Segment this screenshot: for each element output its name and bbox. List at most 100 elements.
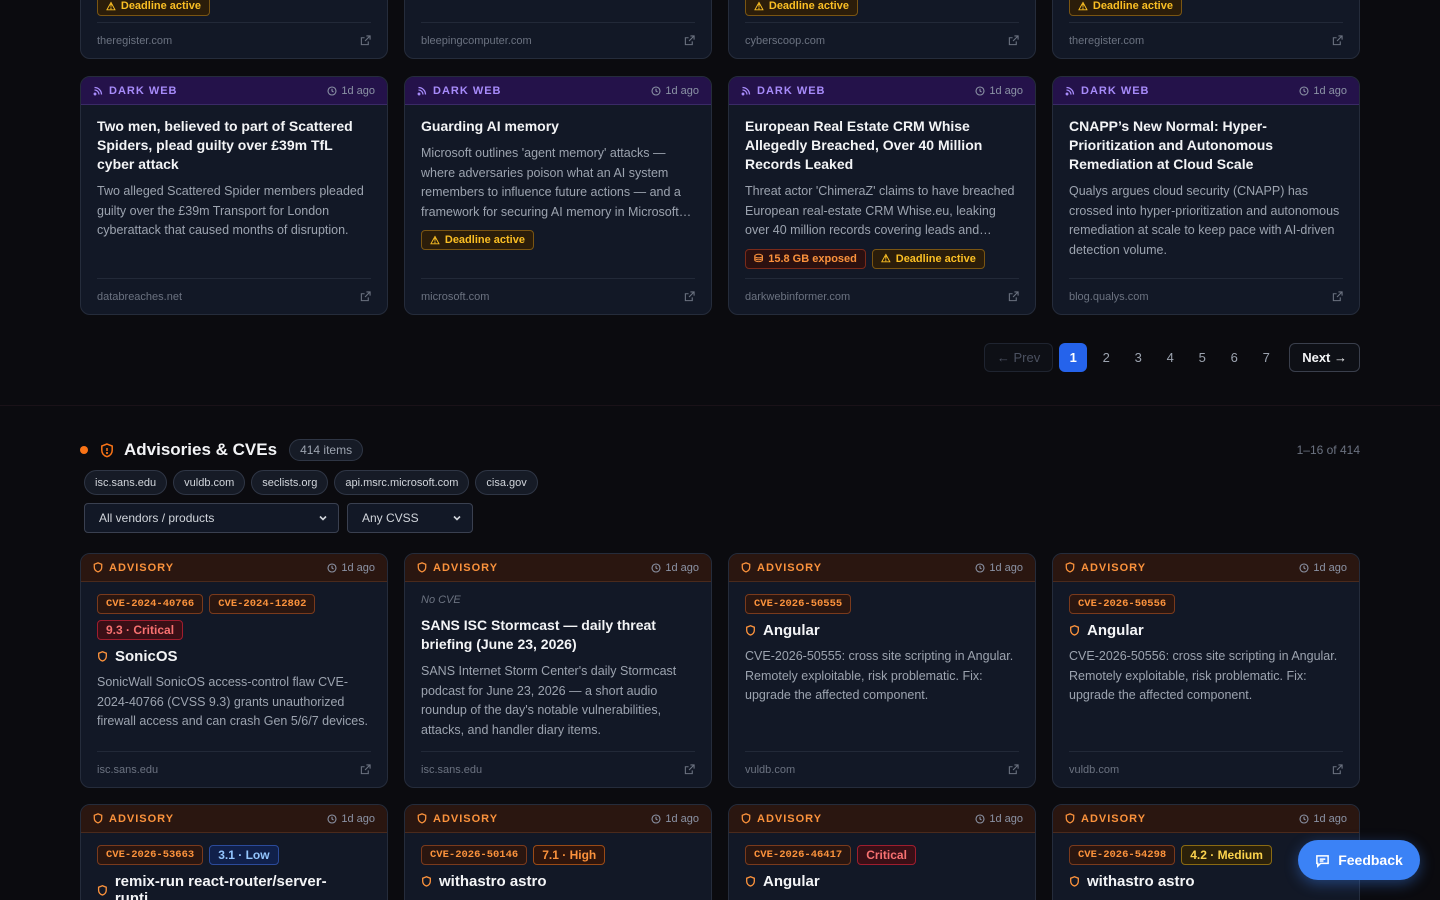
deadline-badge: ⚠ Deadline active — [745, 0, 858, 16]
shield-icon — [93, 813, 103, 824]
external-link-icon[interactable] — [684, 291, 695, 302]
card-header: DARK WEB 1d ago — [81, 77, 387, 105]
vendor-select[interactable]: All vendors / products — [84, 503, 339, 533]
advisory-card[interactable]: ADVISORY 1d ago CVE-2026-50146 7.1 · Hig… — [404, 804, 712, 900]
external-link-icon[interactable] — [1008, 764, 1019, 775]
category-label: ADVISORY — [1081, 812, 1147, 825]
clock-icon — [975, 562, 985, 573]
card-title[interactable]: European Real Estate CRM Whise Allegedly… — [745, 117, 1019, 174]
cve-badge[interactable]: CVE-2026-46417 — [745, 845, 852, 865]
time-label: 1d ago — [989, 84, 1023, 97]
card-title[interactable]: Two men, believed to part of Scattered S… — [97, 117, 371, 174]
source-chip[interactable]: cisa.gov — [475, 470, 538, 495]
shield-icon — [741, 813, 751, 824]
page-6-button[interactable]: 6 — [1221, 343, 1247, 372]
advisory-card[interactable]: ADVISORY 1d ago CVE-2026-50555 Angular C… — [728, 553, 1036, 788]
source-chip[interactable]: seclists.org — [251, 470, 329, 495]
external-link-icon[interactable] — [360, 764, 371, 775]
source-chip[interactable]: isc.sans.edu — [84, 470, 168, 495]
prev-page-button[interactable]: ← Prev — [983, 343, 1054, 372]
external-link-icon[interactable] — [360, 35, 371, 46]
news-card[interactable]: ⚠ Deadline active theregister.com — [80, 0, 388, 59]
no-cve-label: No CVE — [421, 594, 461, 606]
page-1-button[interactable]: 1 — [1059, 343, 1088, 372]
severity-badge: 3.1 · Low — [209, 845, 279, 865]
card-header: ADVISORY 1d ago — [81, 805, 387, 833]
feedback-button[interactable]: Feedback — [1298, 840, 1420, 880]
vendor-label: Angular — [763, 873, 820, 890]
deadline-badge: ⚠ Deadline active — [871, 248, 985, 269]
vendor-title[interactable]: Angular — [745, 873, 1019, 890]
card-description: CVE-2026-50556: cross site scripting in … — [1069, 649, 1338, 702]
page-7-button[interactable]: 7 — [1253, 343, 1279, 372]
cve-badge[interactable]: CVE-2026-53663 — [97, 845, 204, 865]
vendor-title[interactable]: Angular — [745, 622, 1019, 639]
page-5-button[interactable]: 5 — [1189, 343, 1215, 372]
category-label: ADVISORY — [757, 561, 823, 574]
news-card[interactable]: ⚠ Deadline active theregister.com — [1052, 0, 1360, 59]
source-label: vuldb.com — [745, 763, 796, 776]
vendor-title[interactable]: withastro astro — [1069, 873, 1343, 890]
external-link-icon[interactable] — [1332, 35, 1343, 46]
advisory-card[interactable]: ADVISORY 1d ago CVE-2024-40766 CVE-2024-… — [80, 553, 388, 788]
time-label: 1d ago — [989, 812, 1023, 825]
advisory-card[interactable]: ADVISORY 1d ago CVE-2026-53663 3.1 · Low… — [80, 804, 388, 900]
vendor-title[interactable]: withastro astro — [421, 873, 695, 890]
page-2-button[interactable]: 2 — [1093, 343, 1119, 372]
dark-web-card[interactable]: DARK WEB 1d ago European Real Estate CRM… — [728, 76, 1036, 315]
page-4-button[interactable]: 4 — [1157, 343, 1183, 372]
card-description: SonicWall SonicOS access-control flaw CV… — [97, 675, 368, 728]
card-header: ADVISORY 1d ago — [81, 554, 387, 582]
card-header: ADVISORY 1d ago — [729, 554, 1035, 582]
dark-web-card[interactable]: DARK WEB 1d ago Guarding AI memory Micro… — [404, 76, 712, 315]
news-card[interactable]: bleepingcomputer.com — [404, 0, 712, 59]
cve-badge[interactable]: CVE-2024-12802 — [209, 594, 316, 614]
dark-web-card[interactable]: DARK WEB 1d ago Two men, believed to par… — [80, 76, 388, 315]
vendor-title[interactable]: Angular — [1069, 622, 1343, 639]
vendor-select-value: All vendors / products — [99, 511, 215, 525]
page-3-button[interactable]: 3 — [1125, 343, 1151, 372]
external-link-icon[interactable] — [360, 291, 371, 302]
external-link-icon[interactable] — [684, 35, 695, 46]
rss-icon — [417, 86, 427, 95]
external-link-icon[interactable] — [1332, 291, 1343, 302]
next-page-button[interactable]: Next → — [1289, 343, 1360, 372]
card-title[interactable]: CNAPP’s New Normal: Hyper-Prioritization… — [1069, 117, 1343, 174]
dark-web-card[interactable]: DARK WEB 1d ago CNAPP’s New Normal: Hype… — [1052, 76, 1360, 315]
cve-badge[interactable]: CVE-2024-40766 — [97, 594, 204, 614]
source-chip[interactable]: api.msrc.microsoft.com — [334, 470, 470, 495]
advisory-card[interactable]: ADVISORY 1d ago CVE-2026-50556 Angular C… — [1052, 553, 1360, 788]
result-range: 1–16 of 414 — [1296, 443, 1360, 457]
advisory-card[interactable]: ADVISORY 1d ago CVE-2026-46417 Critical … — [728, 804, 1036, 900]
vendor-title[interactable]: remix-run react-router/server-runti… — [97, 873, 371, 900]
severity-badge: 4.2 · Medium — [1181, 845, 1272, 865]
advisory-grid-row-2: ADVISORY 1d ago CVE-2026-53663 3.1 · Low… — [80, 804, 1360, 900]
news-card[interactable]: ⚠ Deadline active cyberscoop.com — [728, 0, 1036, 59]
shield-icon — [417, 813, 427, 824]
external-link-icon[interactable] — [1008, 35, 1019, 46]
external-link-icon[interactable] — [1332, 764, 1343, 775]
cve-badge[interactable]: CVE-2026-50555 — [745, 594, 852, 614]
vendor-title[interactable]: SonicOS — [97, 648, 371, 665]
exposed-badge: ⛁ 15.8 GB exposed — [745, 248, 866, 269]
card-title[interactable]: Guarding AI memory — [421, 117, 695, 136]
card-footer: vuldb.com — [745, 751, 1019, 787]
external-link-icon[interactable] — [1008, 291, 1019, 302]
source-chip[interactable]: vuldb.com — [173, 470, 246, 495]
card-title[interactable]: SANS ISC Stormcast — daily threat briefi… — [421, 616, 695, 654]
rss-icon — [741, 86, 751, 95]
warning-icon: ⚠ — [754, 0, 764, 13]
external-link-icon[interactable] — [684, 764, 695, 775]
cvss-select[interactable]: Any CVSS — [347, 503, 473, 533]
card-footer: cyberscoop.com — [745, 22, 1019, 58]
cve-badge[interactable]: CVE-2026-54298 — [1069, 845, 1176, 865]
chevron-down-icon — [453, 515, 461, 521]
cve-badge[interactable]: CVE-2026-50146 — [421, 845, 528, 865]
deadline-badge: ⚠ Deadline active — [97, 0, 210, 16]
time-label: 1d ago — [341, 561, 375, 574]
category-label: ADVISORY — [1081, 561, 1147, 574]
advisory-card[interactable]: ADVISORY 1d ago No CVE SANS ISC Stormcas… — [404, 553, 712, 788]
vendor-label: SonicOS — [115, 648, 178, 665]
card-description: CVE-2026-50555: cross site scripting in … — [745, 649, 1014, 702]
cve-badge[interactable]: CVE-2026-50556 — [1069, 594, 1176, 614]
